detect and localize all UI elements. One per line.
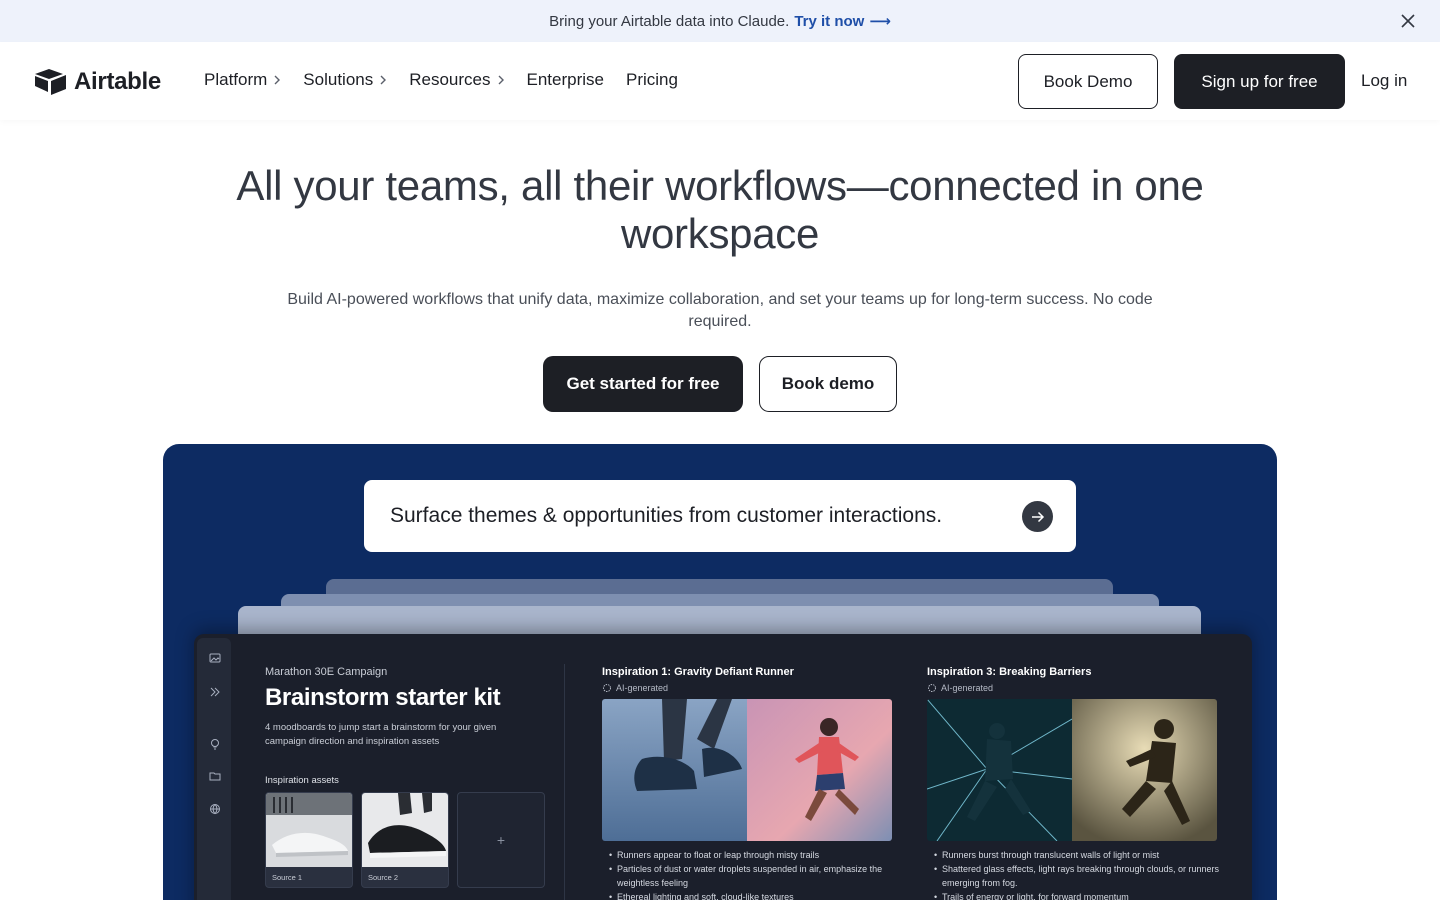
asset-caption: Source 2 — [368, 873, 399, 882]
sneaker-image — [266, 793, 352, 867]
hero-book-demo-button[interactable]: Book demo — [759, 356, 897, 412]
app-preview: Marathon 30E Campaign Brainstorm starter… — [194, 634, 1252, 900]
chevron-right-icon — [380, 75, 387, 85]
campaign-name: Marathon 30E Campaign — [265, 666, 388, 678]
image-icon[interactable] — [209, 652, 221, 664]
bullet-item: Ethereal lighting and soft, cloud-like t… — [609, 890, 902, 900]
announcement-link[interactable]: Try it now ⟶ — [794, 12, 891, 30]
inspiration-bullets: Runners burst through translucent walls … — [927, 848, 1227, 900]
nav-item-label[interactable]: Platform — [204, 70, 267, 90]
nav-item-label[interactable]: Enterprise — [527, 70, 604, 90]
silhouette-runner-image — [1072, 699, 1217, 841]
nav-item-solutions[interactable]: Solutions — [303, 70, 387, 90]
ai-tag-label: AI-generated — [941, 683, 994, 693]
main-menu: Platform Solutions Resources Enterprise … — [204, 70, 700, 90]
prompt-text: Surface themes & opportunities from cust… — [390, 504, 943, 527]
nav-item-enterprise[interactable]: Enterprise — [527, 70, 604, 90]
submit-prompt-button[interactable] — [1022, 501, 1053, 532]
login-link[interactable]: Log in — [1361, 71, 1407, 91]
inspiration-title: Inspiration 1: Gravity Defiant Runner — [602, 666, 794, 678]
black-sneaker-image — [362, 793, 448, 867]
plus-icon: + — [496, 832, 506, 848]
bullet-item: Particles of dust or water droplets susp… — [609, 862, 902, 890]
bullet-item: Runners appear to float or leap through … — [609, 848, 902, 862]
asset-caption: Source 1 — [272, 873, 303, 882]
announcement-text: Bring your Airtable data into Claude. — [549, 12, 790, 30]
ai-tag-label: AI-generated — [616, 683, 669, 693]
product-showcase: Surface themes & opportunities from cust… — [163, 444, 1277, 900]
chevron-right-icon — [498, 75, 504, 85]
inspiration-images — [602, 699, 892, 841]
bullet-item: Runners burst through translucent walls … — [934, 848, 1227, 862]
globe-icon[interactable] — [209, 803, 221, 815]
sparkle-icon — [928, 684, 936, 692]
close-icon[interactable] — [1398, 11, 1418, 31]
inspiration-bullets: Runners appear to float or leap through … — [602, 848, 902, 900]
add-asset-button[interactable]: + — [457, 792, 545, 888]
lightbulb-icon[interactable] — [209, 738, 221, 750]
floating-runner-image — [602, 699, 747, 841]
inspiration-card-3[interactable]: Inspiration 3: Breaking Barriers AI-gene… — [927, 666, 1227, 900]
brainstorm-kit-panel: Marathon 30E Campaign Brainstorm starter… — [265, 666, 565, 888]
nav-item-platform[interactable]: Platform — [204, 70, 281, 90]
arrow-right-icon — [1031, 511, 1044, 522]
nav-item-resources[interactable]: Resources — [409, 70, 504, 90]
asset-tile[interactable]: Source 1 — [265, 792, 353, 888]
ai-generated-tag: AI-generated — [927, 683, 1227, 693]
folder-icon[interactable] — [209, 770, 221, 782]
column-divider — [564, 664, 565, 900]
chevron-right-icon — [274, 75, 281, 85]
announcement-bar: Bring your Airtable data into Claude. Tr… — [0, 0, 1440, 42]
get-started-button[interactable]: Get started for free — [543, 356, 743, 412]
kit-title: Brainstorm starter kit — [265, 684, 501, 711]
inspiration-images — [927, 699, 1217, 841]
shattered-glass-runner-image — [927, 699, 1072, 841]
arrow-right-icon: ⟶ — [869, 13, 891, 30]
nav-item-label[interactable]: Pricing — [626, 70, 678, 90]
asset-tile[interactable]: Source 2 — [361, 792, 449, 888]
book-demo-button[interactable]: Book Demo — [1018, 54, 1158, 109]
ai-prompt-box[interactable]: Surface themes & opportunities from cust… — [364, 480, 1076, 552]
brand-wordmark: Airtable — [74, 68, 161, 95]
airtable-logo-icon — [35, 69, 66, 95]
inspiration-card-1[interactable]: Inspiration 1: Gravity Defiant Runner AI… — [602, 666, 902, 900]
ai-generated-tag: AI-generated — [602, 683, 902, 693]
hero-subtitle: Build AI-powered workflows that unify da… — [287, 291, 1153, 330]
kit-description: 4 moodboards to jump start a brainstorm … — [265, 722, 497, 747]
inspiration-title: Inspiration 3: Breaking Barriers — [927, 666, 1092, 678]
sparkle-icon — [603, 684, 611, 692]
announcement-link-label[interactable]: Try it now — [794, 13, 864, 30]
double-chevron-right-icon[interactable] — [209, 686, 221, 698]
nav-item-pricing[interactable]: Pricing — [626, 70, 678, 90]
nav-item-label[interactable]: Resources — [409, 70, 490, 90]
woman-runner-image — [747, 699, 892, 841]
assets-label: Inspiration assets — [265, 775, 339, 786]
hero-title: All your teams, all their workflows—conn… — [236, 162, 1204, 257]
bullet-item: Shattered glass effects, light rays brea… — [934, 862, 1227, 890]
app-sidebar-rail — [197, 638, 231, 900]
nav-item-label[interactable]: Solutions — [303, 70, 373, 90]
airtable-logo[interactable]: Airtable — [34, 68, 161, 96]
sign-up-button[interactable]: Sign up for free — [1174, 54, 1345, 109]
bullet-item: Trails of energy or light, for forward m… — [934, 890, 1227, 900]
top-nav: Airtable Platform Solutions Resources En… — [0, 42, 1440, 120]
asset-tiles: Source 1 Source 2 + — [265, 792, 565, 888]
